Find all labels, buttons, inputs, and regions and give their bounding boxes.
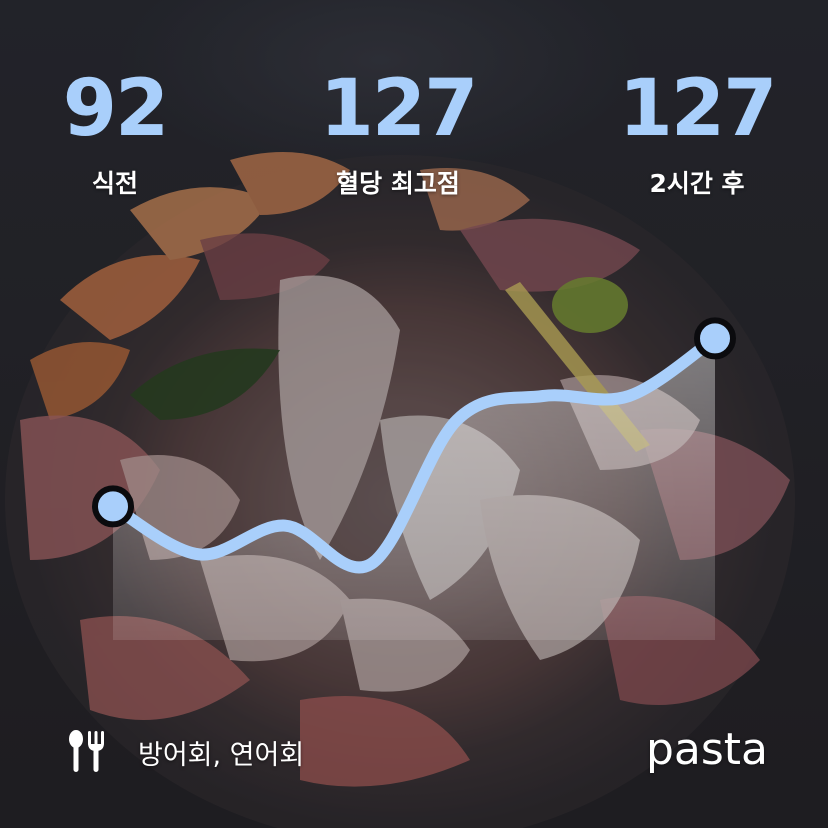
meal-name: 방어회, 연어회 [138, 739, 305, 771]
glucose-curve-chart [92, 317, 736, 640]
glucose-result-card: 92 식전 127 혈당 최고점 127 2시간 후 방어회, 연어회 past… [0, 0, 828, 828]
glucose-point-end [694, 317, 736, 360]
meal-info: 방어회, 연어회 [66, 730, 304, 774]
brand-logo: pasta [645, 724, 768, 775]
glucose-point-start [92, 485, 134, 528]
utensils-icon [69, 730, 104, 772]
